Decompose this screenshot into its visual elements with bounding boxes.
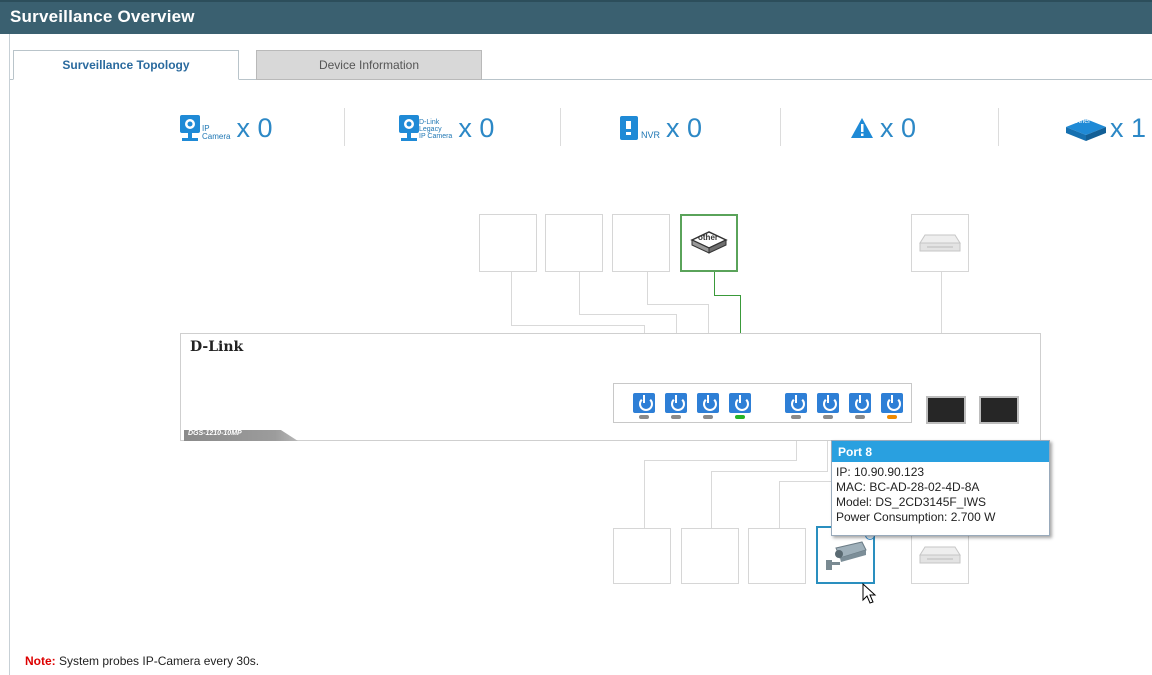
summary-legacy-ip-camera: D-Link Legacy IP Camera x 0 (397, 108, 494, 148)
divider (560, 108, 561, 146)
link-line (644, 460, 645, 528)
tooltip-title: Port 8 (832, 441, 1049, 462)
summary-label: IP Camera (419, 132, 453, 140)
port-4[interactable] (729, 393, 751, 413)
nvr-icon (620, 116, 638, 140)
summary-label: Camera (202, 132, 231, 141)
note-prefix: Note: (25, 654, 56, 668)
nvr-count: x 0 (666, 112, 703, 143)
port-7[interactable] (849, 393, 871, 413)
summary-label: D-Link (419, 118, 440, 126)
port-1-led (639, 415, 649, 419)
port-8-led (887, 415, 897, 419)
warning-icon (851, 118, 873, 138)
device-slot-empty[interactable] (613, 528, 671, 584)
other-device-label: other (698, 233, 718, 242)
port-6-led (823, 415, 833, 419)
port-5[interactable] (785, 393, 807, 413)
title-bar: Surveillance Overview (0, 0, 1152, 34)
sfp-port-10[interactable] (979, 396, 1019, 424)
device-slot-switch[interactable] (911, 214, 969, 272)
warning-count: x 0 (880, 112, 917, 143)
port-2[interactable] (665, 393, 687, 413)
switch-device-icon (919, 234, 961, 252)
device-slot-switch[interactable] (911, 528, 969, 584)
link-line (579, 314, 676, 315)
link-line (511, 325, 645, 326)
mouse-cursor-icon (862, 583, 877, 604)
page-title: Surveillance Overview (10, 7, 195, 26)
tooltip-mac: MAC: BC-AD-28-02-4D-8A (836, 480, 980, 494)
switch-model: DGS-1210-10MP (188, 430, 242, 437)
device-slot-empty[interactable] (748, 528, 806, 584)
active-link-line (714, 295, 741, 296)
port-8[interactable] (881, 393, 903, 413)
ip-camera-icon (180, 115, 200, 141)
link-line (647, 304, 709, 305)
device-slot-empty[interactable] (612, 214, 670, 272)
divider (780, 108, 781, 146)
port-4-led (735, 415, 745, 419)
device-slot-empty[interactable] (681, 528, 739, 584)
tab-surveillance-topology[interactable]: Surveillance Topology (13, 50, 239, 80)
summary-nvr: NVR x 0 (618, 108, 702, 148)
port-6[interactable] (817, 393, 839, 413)
summary-warning: x 0 (850, 108, 916, 148)
switch-brand: D-Link (190, 339, 244, 355)
footer-note: Note: System probes IP-Camera every 30s. (25, 654, 259, 668)
switch-model-tag: DGS-1210-10MP (184, 430, 298, 441)
legacy-ip-camera-count: x 0 (458, 112, 495, 143)
device-slot-empty[interactable] (545, 214, 603, 272)
link-line (779, 481, 780, 528)
link-line (711, 471, 712, 528)
device-slot-other[interactable]: other (680, 214, 738, 272)
other-count: x 1 (1110, 112, 1147, 143)
port-2-led (671, 415, 681, 419)
other-icon-label: Other (1073, 118, 1091, 125)
note-text: System probes IP-Camera every 30s. (55, 654, 260, 668)
link-line (644, 460, 797, 461)
app-window: Surveillance Overview Surveillance Topol… (0, 0, 1152, 675)
link-line (711, 471, 828, 472)
switch-device-icon (919, 546, 961, 564)
summary-other: x 1 (1064, 108, 1146, 148)
active-link-line (714, 272, 715, 296)
tooltip-power: Power Consumption: 2.700 W (836, 510, 996, 524)
port-7-led (855, 415, 865, 419)
port-tooltip: Port 8 IP: 10.90.90.123 MAC: BC-AD-28-02… (831, 440, 1050, 536)
tooltip-ip: IP: 10.90.90.123 (836, 465, 925, 479)
port-1[interactable] (633, 393, 655, 413)
camera-device-icon (826, 541, 867, 570)
tooltip-model: Model: DS_2CD3145F_IWS (836, 495, 987, 509)
summary-label: Legacy (419, 125, 442, 133)
link-line (579, 272, 580, 314)
link-line (511, 272, 512, 325)
port-3-led (703, 415, 713, 419)
port-5-led (791, 415, 801, 419)
tab-device-information[interactable]: Device Information (256, 50, 482, 80)
sfp-port-9[interactable] (926, 396, 966, 424)
divider (998, 108, 999, 146)
summary-label: NVR (641, 130, 661, 140)
summary-ip-camera: IP Camera x 0 (178, 108, 272, 148)
device-slot-empty[interactable] (479, 214, 537, 272)
port-3[interactable] (697, 393, 719, 413)
tab-bar: Surveillance Topology Device Information (10, 48, 1152, 80)
divider (344, 108, 345, 146)
link-line (647, 272, 648, 304)
ip-camera-count: x 0 (236, 112, 273, 143)
